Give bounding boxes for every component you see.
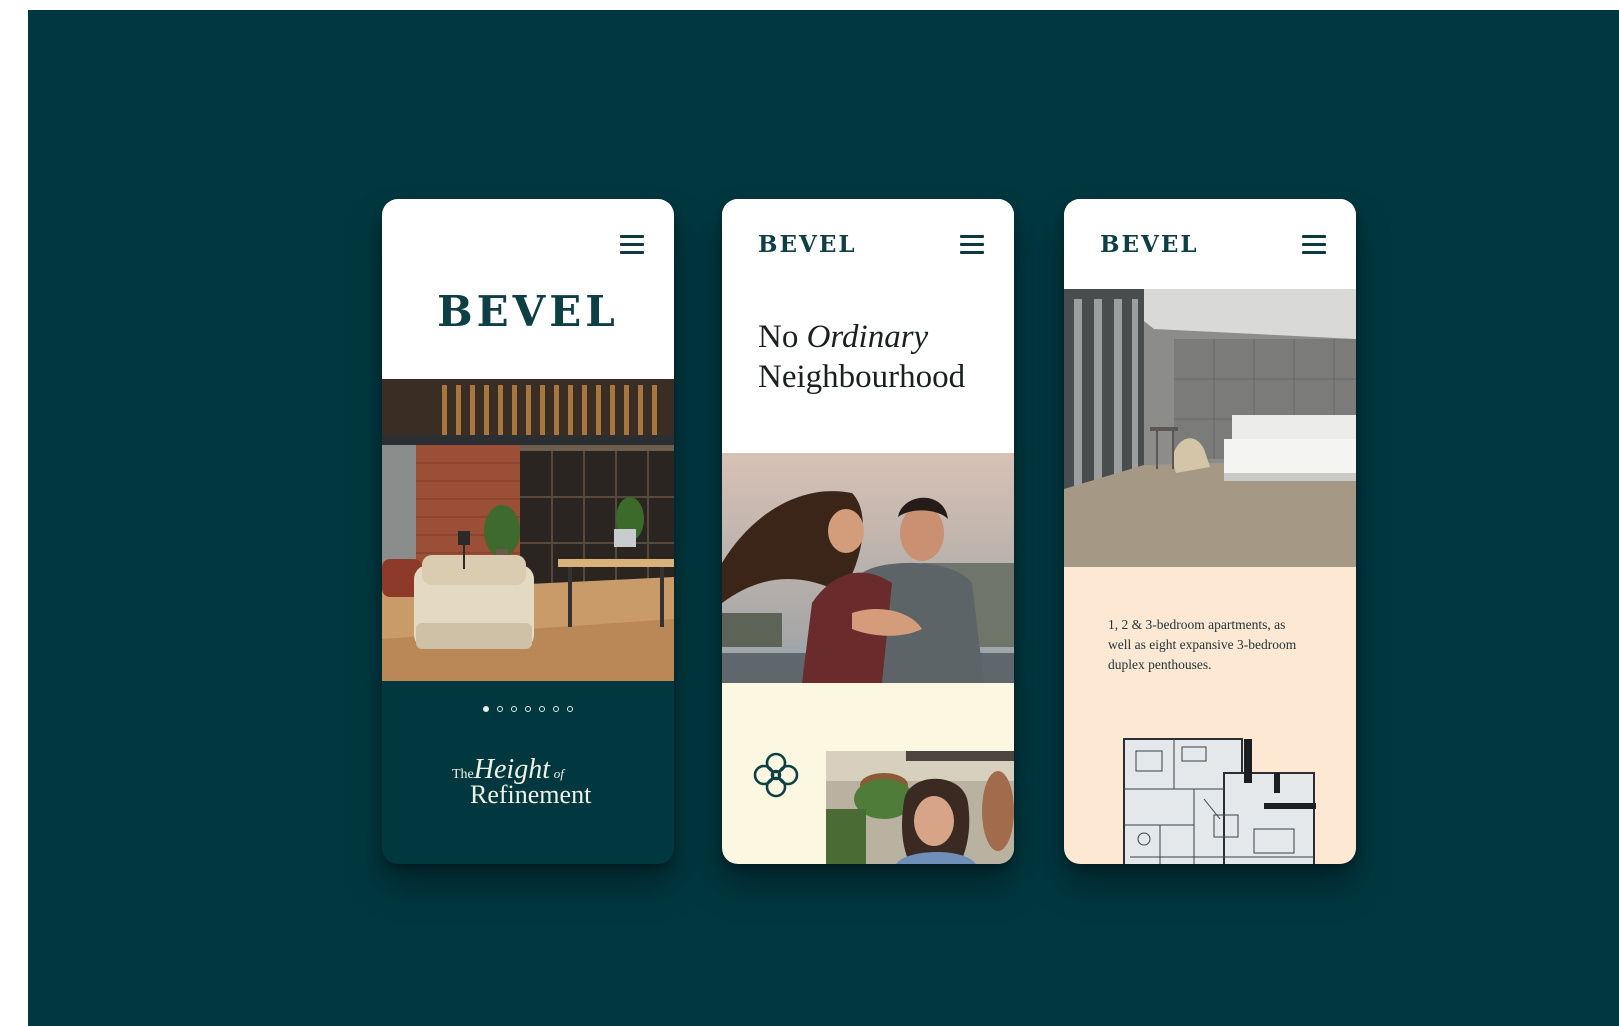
headline-word-ordinary: Ordinary xyxy=(806,319,929,355)
carousel-dot[interactable] xyxy=(511,706,517,712)
bedroom-photo xyxy=(1064,289,1356,567)
page-title: No Ordinary Neighbourhood xyxy=(758,317,965,397)
floor-plan-drawing xyxy=(1064,729,1356,864)
flower-icon xyxy=(752,751,800,799)
carousel-dot[interactable] xyxy=(525,706,531,712)
tagline-of: of xyxy=(553,766,564,781)
carousel-dot[interactable] xyxy=(539,706,545,712)
apartments-header: BEVEL xyxy=(1064,199,1356,289)
carousel-dot[interactable] xyxy=(553,706,559,712)
hero-photo-lounge xyxy=(382,379,674,681)
carousel-dot[interactable] xyxy=(497,706,503,712)
apartments-description: 1, 2 & 3-bedroom apartments, as well as … xyxy=(1108,617,1297,672)
carousel-dot[interactable] xyxy=(567,706,573,712)
presentation-background: BEVEL TheHeight of Refinement BEVEL No O… xyxy=(28,10,1619,1026)
hamburger-menu-icon[interactable] xyxy=(1302,235,1326,255)
headline-word-neighbourhood: Neighbourhood xyxy=(758,359,966,395)
tagline-refinement: Refinement xyxy=(470,780,592,809)
woman-photo xyxy=(826,751,1014,864)
home-header: BEVEL xyxy=(382,199,674,379)
brand-logo: BEVEL xyxy=(437,287,619,336)
carousel-indicator xyxy=(382,706,674,712)
brand-logo: BEVEL xyxy=(1100,231,1199,258)
phone-home-screen: BEVEL TheHeight of Refinement xyxy=(382,199,674,864)
hamburger-menu-icon[interactable] xyxy=(620,235,644,255)
hamburger-menu-icon[interactable] xyxy=(960,235,984,255)
phone-apartments-screen: BEVEL 1, 2 & 3-bedroom apartments, as we… xyxy=(1064,199,1356,864)
brand-logo: BEVEL xyxy=(758,231,857,258)
carousel-dot[interactable] xyxy=(483,706,489,712)
couple-photo xyxy=(722,453,1014,683)
headline-word-no: No xyxy=(758,319,799,355)
phone-neighbourhood-screen: BEVEL No Ordinary Neighbourhood xyxy=(722,199,1014,864)
neighbourhood-header: BEVEL No Ordinary Neighbourhood xyxy=(722,199,1014,453)
